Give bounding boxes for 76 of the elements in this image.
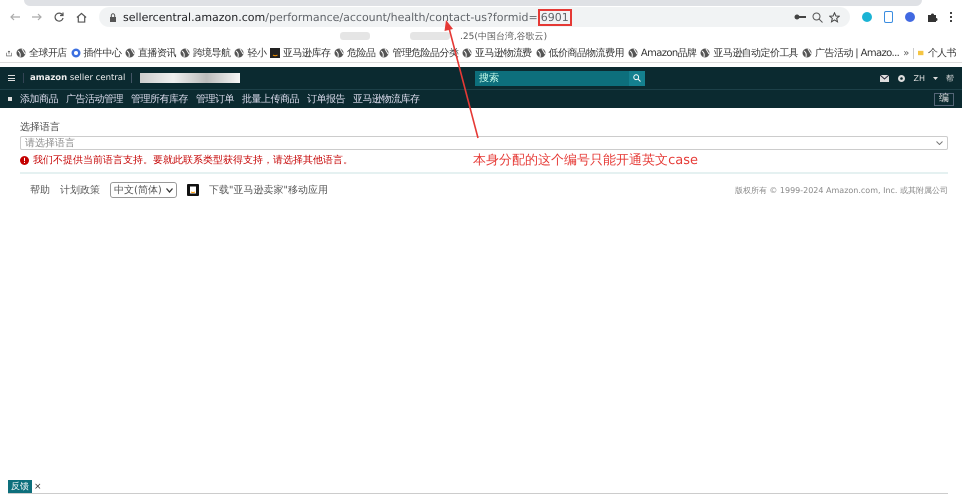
globe-icon (379, 48, 390, 58)
blurred-block (410, 32, 450, 40)
puzzle-icon[interactable] (927, 12, 938, 22)
globe-icon (334, 48, 344, 58)
field-label: 选择语言 (20, 120, 61, 134)
mail-icon[interactable] (880, 74, 888, 82)
bookmark[interactable]: 直播资讯 (125, 46, 176, 60)
bookmark-folder[interactable]: 个人书 (928, 46, 956, 60)
search-button[interactable] (628, 70, 645, 86)
bookmark[interactable]: 轻小 (234, 46, 266, 60)
lock-icon (109, 12, 117, 22)
nav-link[interactable]: 添加商品 (20, 92, 58, 106)
error-message: 我们不提供当前语言支持。要就此联系类型获得支持，请选择其他语言。 (33, 154, 353, 167)
globe-icon (125, 48, 136, 58)
reload-icon[interactable] (54, 12, 64, 22)
globe-icon (462, 48, 472, 58)
extension-icon[interactable] (884, 11, 893, 23)
language-dropdown[interactable]: 中文(简体) (110, 182, 177, 198)
globe-icon (536, 48, 546, 58)
search-icon (632, 74, 641, 82)
more-bookmarks-button[interactable]: » (903, 48, 914, 58)
extension-icon[interactable] (905, 12, 915, 22)
footer-link[interactable]: 帮助 (30, 183, 50, 197)
globe-icon (802, 48, 812, 58)
info-text: .25(中国台湾,谷歌云) (460, 30, 548, 42)
chevron-icon (166, 188, 173, 192)
app-download-link[interactable]: 下载"亚马逊卖家"移动应用 (208, 183, 328, 197)
globe-icon (16, 48, 26, 58)
bookmark[interactable]: 亚马逊库存 (270, 46, 330, 60)
search-field[interactable]: 搜索 (474, 70, 629, 86)
menu-icon[interactable] (8, 75, 15, 81)
bookmark[interactable]: 危险品 (334, 46, 376, 60)
globe-icon (628, 48, 638, 58)
bookmark[interactable]: Amazon品牌 (628, 46, 696, 60)
url-text: sellercentral.amazon.com/performance/account/health/contact-us?formid= (123, 10, 538, 24)
error-icon (20, 156, 29, 164)
zoom-icon[interactable] (812, 12, 823, 22)
close-icon[interactable]: × (34, 482, 42, 492)
amazon-icon (270, 48, 280, 58)
bookmark[interactable]: 低价商品物流费用 (536, 46, 624, 60)
language-select[interactable]: 请选择语言 (20, 136, 948, 150)
blurred-block (340, 32, 370, 40)
circle-icon (70, 48, 81, 58)
globe-icon (700, 48, 710, 58)
nav-link[interactable]: 订单报告 (307, 92, 345, 106)
home-icon[interactable] (76, 12, 87, 22)
logo[interactable]: amazon seller central (23, 73, 132, 83)
nav-link[interactable]: 管理所有库存 (131, 92, 188, 106)
settings-icon[interactable] (896, 74, 906, 82)
bookmark[interactable]: 广告活动 | Amazo... (802, 46, 900, 60)
language-menu[interactable]: ZH (914, 74, 925, 82)
bookmark[interactable]: 插件中心 (70, 46, 122, 60)
highlight-box: 6901 (538, 8, 572, 26)
copyright-text: 版权所有 © 1999-2024 Amazon.com, Inc. 或其附属公司 (734, 184, 948, 196)
caret-icon (933, 76, 938, 80)
globe-icon (234, 48, 244, 58)
nav-link[interactable]: 亚马逊物流库存 (353, 92, 420, 106)
annotation-text: 本身分配的这个编号只能开通英文case (473, 152, 698, 169)
bookmark[interactable]: 亚马逊自动定价工具 (700, 46, 798, 60)
star-icon[interactable] (829, 12, 840, 22)
globe-icon (180, 48, 190, 58)
nav-link[interactable]: 广告活动管理 (66, 92, 123, 106)
bookmark[interactable]: 全球开店 (16, 46, 67, 60)
nav-link[interactable]: 管理订单 (196, 92, 234, 106)
edit-button[interactable]: 编 (934, 92, 954, 106)
bookmark[interactable]: 跨境导航 (180, 46, 230, 60)
folder-icon (918, 48, 924, 58)
key-icon[interactable] (794, 13, 806, 21)
bookmark[interactable]: 亚马逊物流费 (462, 46, 532, 60)
amazon-app-icon[interactable] (186, 184, 199, 196)
chevron-icon (936, 141, 943, 145)
feedback-tab[interactable]: 反馈 (8, 480, 32, 493)
address-bar[interactable]: sellercentral.amazon.com/performance/account/health/contact-us?formid= 6901 (99, 7, 850, 27)
footer-link[interactable]: 计划政策 (60, 183, 100, 197)
nav-link[interactable]: 批量上传商品 (242, 92, 299, 106)
help-link[interactable]: 帮 (946, 72, 954, 84)
